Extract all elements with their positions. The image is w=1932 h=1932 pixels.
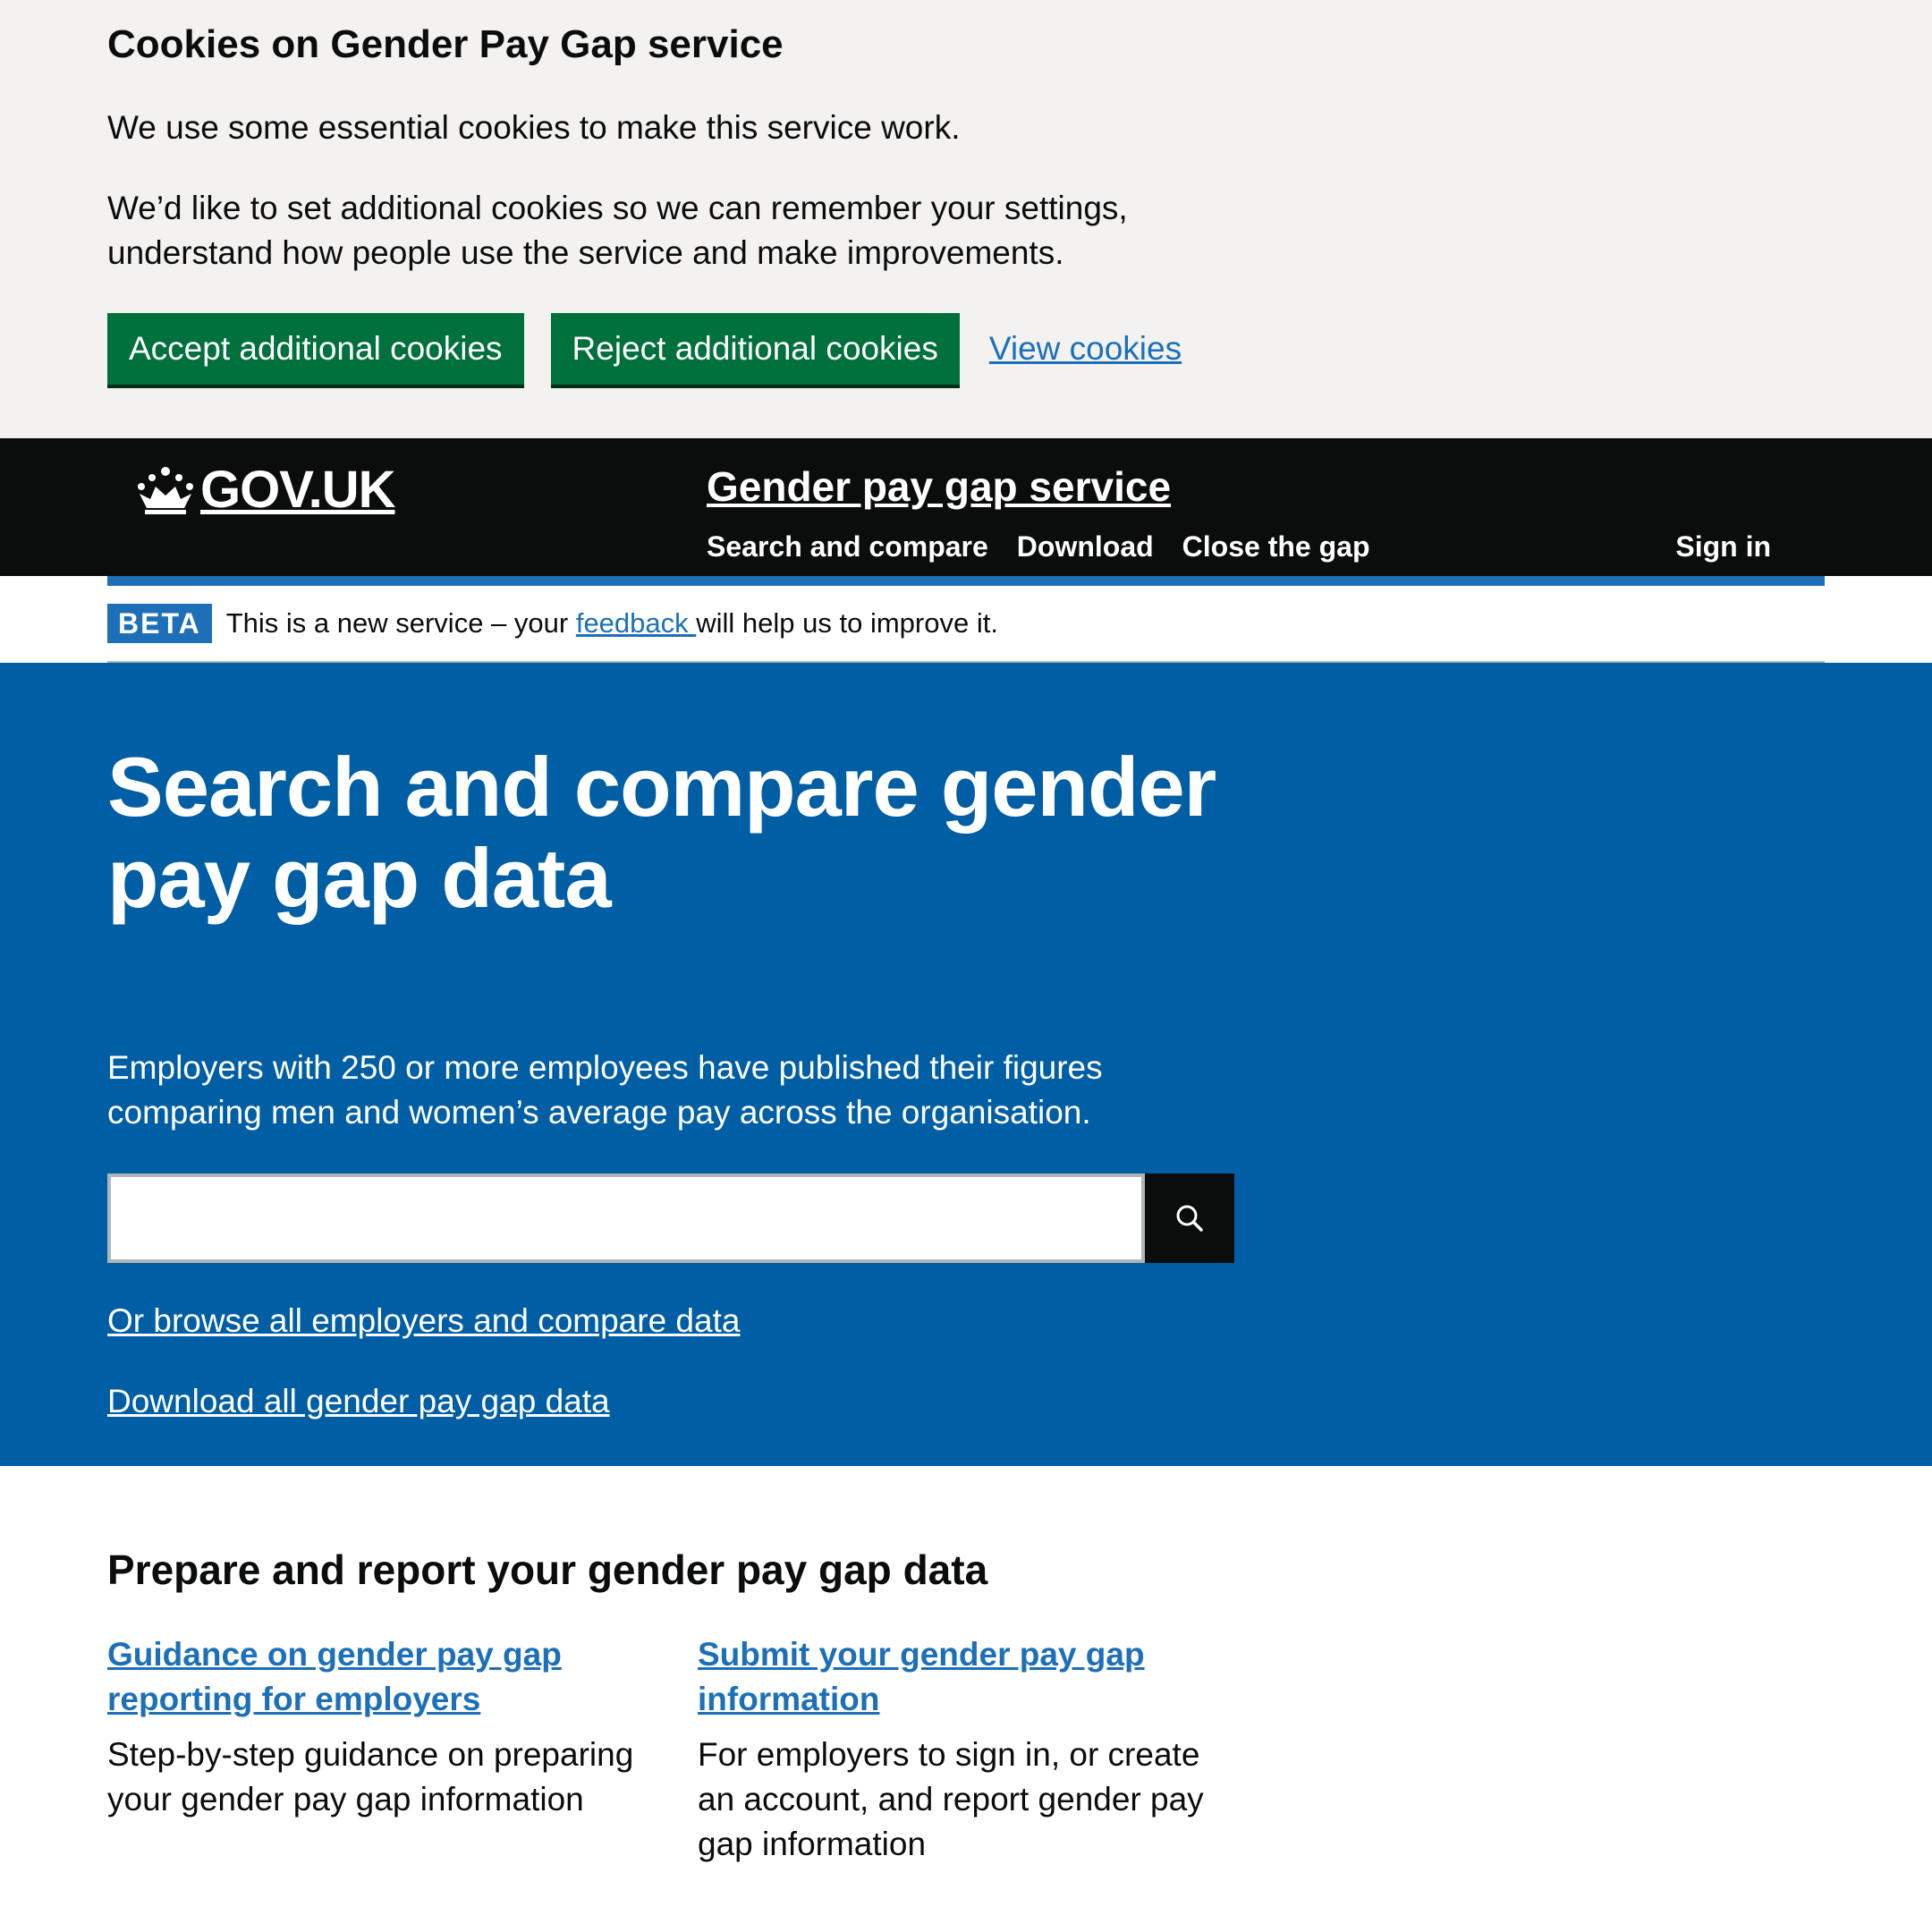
prepare-heading: Prepare and report your gender pay gap d… [107,1546,988,1593]
search-form [107,1174,1825,1263]
cookie-banner: Cookies on Gender Pay Gap service We use… [0,0,1932,438]
page-title: Search and compare gender pay gap data [107,740,1216,925]
cookie-banner-text: We use some essential cookies to make th… [107,109,961,146]
phase-banner: BETA This is a new service – your feedba… [107,586,1825,663]
submit-card: Submit your gender pay gap information F… [698,1632,1234,1867]
nav-close-the-gap[interactable]: Close the gap [1182,524,1370,569]
guidance-link[interactable]: Guidance on gender pay gap reporting for… [107,1632,644,1722]
nav-search-and-compare[interactable]: Search and compare [707,524,988,569]
site-header: GOV.UK Gender pay gap service Search and… [0,438,1932,586]
submit-link[interactable]: Submit your gender pay gap information [698,1632,1234,1722]
beta-tag: BETA [107,604,212,643]
hero-description: Employers with 250 or more employees hav… [107,1049,1103,1131]
guidance-description: Step-by-step guidance on preparing your … [107,1736,634,1818]
govuk-logo-text: GOV.UK [200,461,395,519]
submit-description: For employers to sign in, or create an a… [698,1736,1204,1862]
download-data-link[interactable]: Download all gender pay gap data [107,1379,1825,1424]
cookie-actions: Accept additional cookies Reject additio… [107,313,1825,385]
feedback-link[interactable]: feedback [576,607,696,639]
accept-cookies-button[interactable]: Accept additional cookies [107,313,524,385]
view-cookies-link[interactable]: View cookies [989,330,1182,368]
prepare-cards: Guidance on gender pay gap reporting for… [107,1632,1825,1867]
browse-employers-link[interactable]: Or browse all employers and compare data [107,1299,1825,1343]
sign-in-link[interactable]: Sign in [1675,524,1771,569]
header-blue-rule [107,576,1825,586]
phase-banner-text: This is a new service – your feedback wi… [226,607,998,640]
primary-navigation: Search and compare Download Close the ga… [707,524,1398,569]
phase-text-after: will help us to improve it. [696,607,998,639]
search-input[interactable] [107,1174,1145,1263]
prepare-section: Prepare and report your gender pay gap d… [0,1543,1932,1867]
hero-section: Search and compare gender pay gap data E… [0,663,1932,1466]
govuk-logo-link[interactable]: GOV.UK [134,456,395,524]
guidance-card: Guidance on gender pay gap reporting for… [107,1632,644,1867]
crown-icon [138,467,193,514]
service-name-link[interactable]: Gender pay gap service [707,458,1171,515]
cookie-banner-text: We’d like to set additional cookies so w… [107,190,1128,271]
reject-cookies-button[interactable]: Reject additional cookies [550,313,960,385]
search-icon [1176,1205,1203,1232]
cookie-banner-title: Cookies on Gender Pay Gap service [107,22,784,66]
search-button[interactable] [1145,1174,1234,1263]
phase-text-before: This is a new service – your [225,607,576,639]
nav-download[interactable]: Download [1017,524,1154,569]
